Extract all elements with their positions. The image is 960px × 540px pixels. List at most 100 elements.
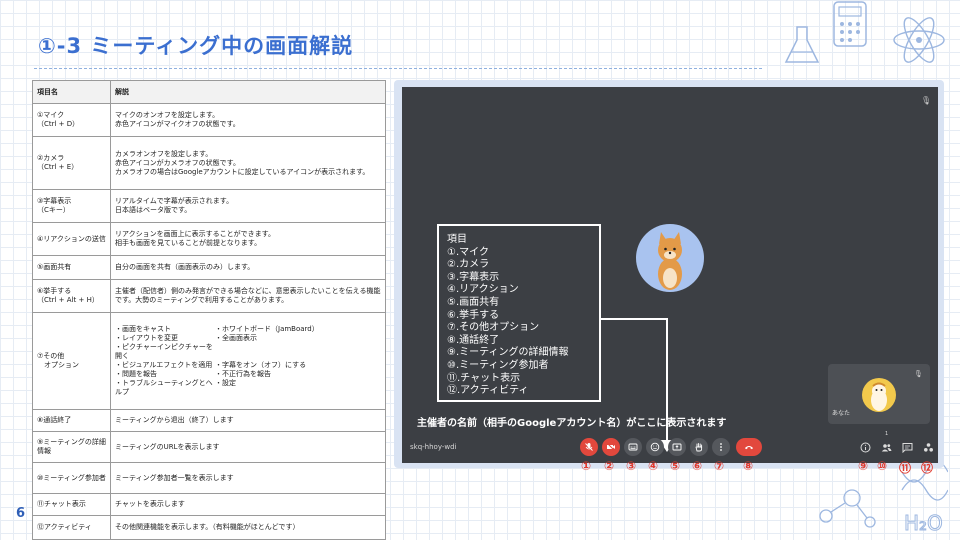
row-name: ③字幕表示 （Cキー） [32, 189, 111, 223]
legend-item: ⑩.ミーティング参加者 [447, 359, 549, 371]
table-header-row: 項目名 解説 [32, 80, 386, 104]
slide-title: ①-3 ミーティング中の画面解説 [38, 34, 354, 58]
table-row: ⑪チャット表示 チャットを表示します [32, 493, 386, 516]
activities-icon [923, 442, 933, 452]
legend-box: 項目 ①.マイク ②.カメラ ③.字幕表示 ④.リアクション ⑤.画面共有 ⑥.… [437, 224, 601, 402]
legend-item: ⑦.その他オプション [447, 322, 540, 334]
emoji-icon [650, 442, 660, 452]
legend-item: ②.カメラ [447, 259, 490, 271]
row-desc: ミーティング参加者一覧を表示します [110, 462, 386, 494]
row-desc: カメラオンオフを設定します。 赤色アイコンがカメラオフの状態です。 カメラオフの… [110, 136, 386, 190]
option-item [215, 343, 381, 361]
legend-item: ⑪.チャット表示 [447, 372, 521, 384]
row-name: ⑤画面共有 [32, 255, 111, 280]
end-call-button[interactable] [736, 438, 762, 456]
row-name: ⑩ミーティング参加者 [32, 462, 111, 494]
row-options: ・画面をキャスト ・ホワイトボード（JamBoard） ・レイアウトを変更 ・全… [110, 312, 386, 410]
molecule-doodle-icon [819, 489, 876, 528]
option-item: ・ピクチャーインピクチャーを開く [115, 343, 213, 360]
row-desc: ミーティングのURLを表示します [110, 431, 386, 463]
callout-number: ⑪ [899, 461, 912, 475]
row-name: ⑥挙手する （Ctrl + Alt + H） [32, 279, 111, 313]
legend-item: ④.リアクション [447, 284, 519, 296]
row-name: ⑧通話終了 [32, 409, 111, 432]
callout-number: ③ [626, 459, 637, 473]
self-mic-icon: 🎙 [914, 370, 923, 378]
more-vert-icon [720, 443, 722, 451]
activities-button[interactable] [920, 439, 936, 455]
callout-number: ④ [648, 459, 659, 473]
option-item: ・トラブルシューティングとヘルプ [115, 379, 213, 396]
participants-button[interactable] [878, 439, 894, 455]
host-avatar [636, 224, 704, 292]
legend-item: 項目 [447, 234, 467, 245]
row-desc: その他関連機能を表示します。（有料機能がほとんどです） [110, 515, 386, 540]
legend-item: ③.字幕表示 [447, 271, 500, 283]
row-desc: リアルタイムで字幕が表示されます。 日本語はベータ版です。 [110, 189, 386, 223]
reaction-button[interactable] [646, 438, 664, 456]
self-label: あなた [832, 410, 851, 417]
legend-item: ①.マイク [447, 246, 489, 258]
row-desc: マイクのオンオフを設定します。 赤色アイコンがマイクオフの状態です。 [110, 103, 386, 137]
svg-text:H₂O: H₂O [904, 511, 943, 535]
meeting-details-button[interactable] [857, 439, 873, 455]
atom-doodle-icon [893, 17, 945, 63]
table-row: ⑦その他 オプション ・画面をキャスト ・ホワイトボード（JamBoard） ・… [32, 312, 386, 410]
option-item: ・画面をキャスト [115, 325, 171, 333]
present-icon [672, 443, 682, 451]
flask-doodle-icon [784, 26, 820, 63]
row-desc: ミーティングから退出（終了）します [110, 409, 386, 432]
callout-number: ⑨ [858, 459, 869, 473]
row-desc: チャットを表示します [110, 493, 386, 516]
options-grid: ・画面をキャスト ・ホワイトボード（JamBoard） ・レイアウトを変更 ・全… [115, 325, 381, 397]
camera-off-icon [607, 443, 615, 451]
row-name: ②カメラ （Ctrl + E） [32, 136, 111, 190]
raise-hand-button[interactable] [690, 438, 708, 456]
row-desc: 主催者（配信者）側のみ発言ができる場合などに、意思表示したいことを伝える機能です… [110, 279, 386, 313]
chat-icon [902, 442, 912, 453]
captions-icon [628, 443, 638, 451]
legend-item: ⑤.画面共有 [447, 296, 500, 308]
mic-toggle-button[interactable] [580, 438, 598, 456]
people-icon [881, 443, 891, 451]
callout-number: ② [604, 459, 615, 473]
callout-number: ⑦ [714, 459, 725, 473]
title-divider [34, 68, 762, 69]
callout-number: ⑤ [670, 459, 681, 473]
hand-icon [695, 443, 703, 452]
callout-number: ⑩ [877, 459, 888, 473]
chat-button[interactable] [899, 439, 915, 455]
table-row: ⑫アクティビティ その他関連機能を表示します。（有料機能がほとんどです） [32, 515, 386, 540]
table-row: ⑨ミーティングの詳細情報 ミーティングのURLを表示します [32, 431, 386, 463]
option-item: ・問題を報告 [115, 370, 157, 378]
row-name: ⑨ミーティングの詳細情報 [32, 431, 111, 463]
callout-number: ⑫ [921, 461, 934, 475]
meeting-code: skq-hhoy-wdi [410, 443, 457, 451]
option-item: ・ビジュアルエフェクトを適用 [115, 361, 213, 369]
table-row: ⑥挙手する （Ctrl + Alt + H） 主催者（配信者）側のみ発言ができる… [32, 279, 386, 313]
calculator-doodle-icon [833, 1, 867, 47]
captions-button[interactable] [624, 438, 642, 456]
option-item: ・レイアウトを変更 [115, 334, 178, 342]
table-row: ③字幕表示 （Cキー） リアルタイムで字幕が表示されます。 日本語はベータ版です… [32, 189, 386, 223]
row-name: ④リアクションの送信 [32, 222, 111, 256]
legend-list: 項目 ①.マイク ②.カメラ ③.字幕表示 ④.リアクション ⑤.画面共有 ⑥.… [439, 226, 599, 398]
row-desc: リアクションを画面上に表示することができます。 相手も画面を見ていることが前提と… [110, 222, 386, 256]
camera-toggle-button[interactable] [602, 438, 620, 456]
option-item: ・全画面表示 [215, 334, 257, 342]
legend-item: ⑥.挙手する [447, 309, 500, 321]
callout-number: ⑥ [692, 459, 703, 473]
callout-number: ① [581, 459, 592, 473]
header-item-name: 項目名 [32, 80, 111, 104]
legend-item: ⑧.通話終了 [447, 334, 500, 346]
option-item: ・設定 [215, 379, 236, 387]
table-row: ①マイク （Ctrl + D） マイクのオンオフを設定します。 赤色アイコンがマ… [32, 103, 386, 137]
table-row: ⑩ミーティング参加者 ミーティング参加者一覧を表示します [32, 462, 386, 494]
more-options-button[interactable] [712, 438, 730, 456]
callout-connector [601, 318, 668, 320]
option-item: ・不正行為を報告 [215, 370, 271, 378]
present-button[interactable] [668, 438, 686, 456]
header-description: 解説 [110, 80, 386, 104]
legend-item: ⑨.ミーティングの詳細情報 [447, 347, 569, 359]
page-number: 6 [16, 506, 26, 521]
